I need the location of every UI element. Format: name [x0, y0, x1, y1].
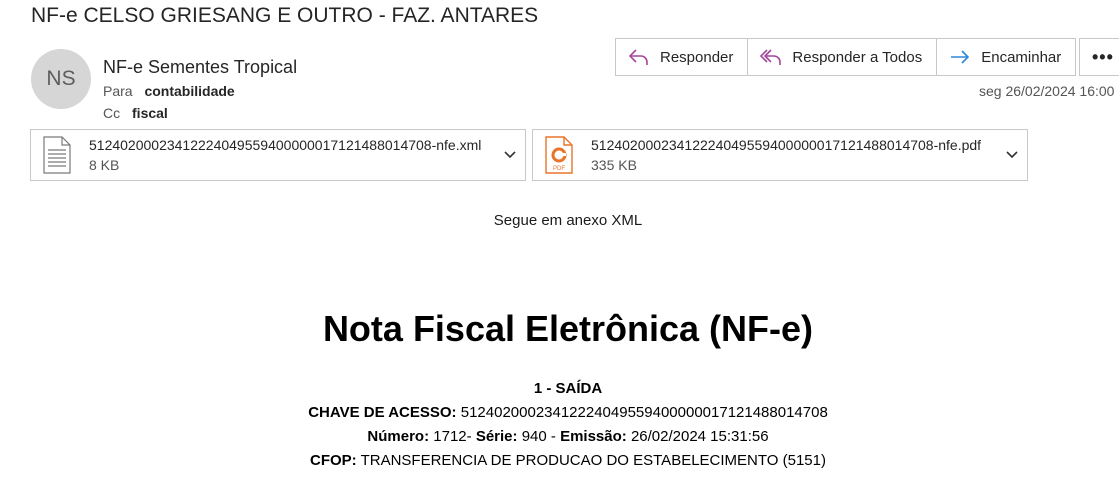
issue-date-value: 26/02/2024 15:31:56: [630, 428, 769, 445]
access-key-label: CHAVE DE ACESSO:: [308, 404, 457, 421]
more-actions-button[interactable]: •••: [1079, 38, 1119, 76]
body-intro: Segue em anexo XML: [493, 212, 643, 229]
attachment-size: 8 KB: [89, 157, 120, 173]
forward-button[interactable]: Encaminhar: [937, 39, 1075, 75]
pdf-file-icon: PDF: [545, 136, 573, 174]
xml-file-icon: [43, 136, 71, 174]
nfe-access-key: CHAVE DE ACESSO: 51240200023412224049559…: [0, 404, 1119, 421]
to-recipient[interactable]: contabilidade: [144, 83, 234, 99]
to-label: Para: [103, 83, 133, 99]
number-label: Número:: [367, 428, 430, 445]
reply-icon: [628, 49, 648, 65]
nfe-number-row: Número: 1712- Série: 940 - Emissão: 26/0…: [0, 428, 1119, 445]
received-date: seg 26/02/2024 16:00: [979, 83, 1115, 99]
cfop-label: CFOP:: [310, 452, 357, 469]
attachment-xml[interactable]: 5124020002341222404955940000001712148801…: [30, 129, 526, 181]
series-value: 940 -: [521, 428, 556, 445]
number-value: 1712-: [433, 428, 472, 445]
issue-date-label: Emissão:: [560, 428, 627, 445]
cc-recipient[interactable]: fiscal: [132, 105, 168, 121]
attachment-name: 5124020002341222404955940000001712148801…: [89, 137, 482, 153]
forward-icon: [951, 50, 970, 64]
reply-all-label: Responder a Todos: [792, 48, 923, 66]
action-bar: Responder Responder a Todos Encaminhar: [615, 38, 1077, 76]
forward-label: Encaminhar: [981, 48, 1062, 66]
sender-name[interactable]: NF-e Sementes Tropical: [103, 57, 297, 78]
reply-all-icon: [760, 49, 782, 65]
email-subject: NF-e CELSO GRIESANG E OUTRO - FAZ. ANTAR…: [31, 4, 539, 27]
chevron-down-icon[interactable]: [1005, 148, 1019, 162]
attachment-name: 5124020002341222404955940000001712148801…: [591, 137, 982, 153]
chevron-down-icon[interactable]: [503, 148, 517, 162]
reply-button[interactable]: Responder: [616, 39, 749, 75]
series-label: Série:: [475, 428, 518, 445]
avatar[interactable]: NS: [31, 49, 91, 109]
cfop-value: TRANSFERENCIA DE PRODUCAO DO ESTABELECIM…: [360, 452, 826, 469]
nfe-cfop: CFOP: TRANSFERENCIA DE PRODUCAO DO ESTAB…: [0, 452, 1119, 469]
reply-label: Responder: [660, 48, 734, 66]
access-key-value: 5124020002341222404955940000001712148801…: [460, 404, 828, 421]
to-row: Para contabilidade: [103, 83, 235, 99]
svg-text:PDF: PDF: [553, 166, 565, 172]
cc-row: Cc fiscal: [103, 105, 168, 121]
attachment-size: 335 KB: [591, 157, 637, 173]
nfe-title: Nota Fiscal Eletrônica (NF-e): [322, 308, 814, 349]
attachment-pdf[interactable]: PDF 512402000234122240495594000000171214…: [532, 129, 1028, 181]
reply-all-button[interactable]: Responder a Todos: [748, 39, 938, 75]
nfe-type-value: 1 - SAÍDA: [533, 380, 603, 397]
nfe-type: 1 - SAÍDA: [0, 380, 1119, 397]
cc-label: Cc: [103, 105, 121, 121]
